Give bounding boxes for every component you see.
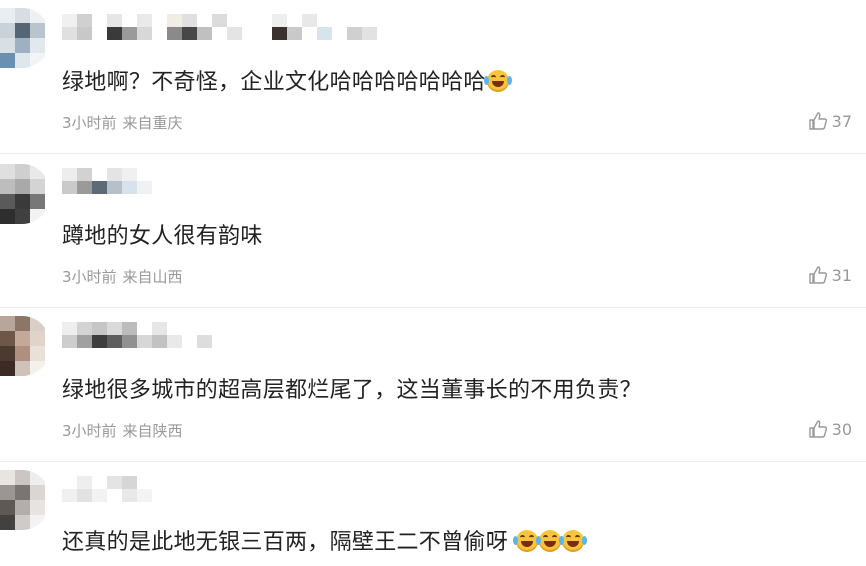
comment-text: 还真的是此地无银三百两，隔壁王二不曾偷呀	[62, 524, 588, 556]
comment-location: 来自陕西	[122, 422, 183, 440]
comment-item: 还真的是此地无银三百两，隔壁王二不曾偷呀	[0, 462, 866, 566]
comment-location: 来自重庆	[122, 114, 183, 132]
crying-emoji-icon	[559, 530, 588, 552]
username-blurred[interactable]	[62, 168, 182, 208]
username-blurred[interactable]	[62, 322, 222, 362]
comment-meta: 3小时前 来自重庆	[62, 112, 183, 133]
avatar[interactable]	[0, 316, 50, 376]
thumbs-up-icon	[808, 420, 827, 438]
comment-text-content: 还真的是此地无银三百两，隔壁王二不曾偷呀	[62, 530, 509, 555]
laughing-tears-icon	[483, 70, 512, 92]
like-button[interactable]: 30	[808, 419, 852, 439]
like-count: 30	[831, 419, 852, 439]
comment-text: 蹲地的女人很有韵味	[62, 218, 263, 250]
avatar[interactable]	[0, 470, 50, 530]
comment-meta: 3小时前 来自山西	[62, 266, 183, 287]
comment-text-content: 绿地啊？不奇怪，企业文化哈哈哈哈哈哈哈	[62, 70, 486, 95]
comment-text: 绿地很多城市的超高层都烂尾了，这当董事长的不用负责？	[62, 372, 642, 404]
username-blurred[interactable]	[62, 476, 162, 516]
like-button[interactable]: 37	[808, 111, 852, 131]
comment-item: 蹲地的女人很有韵味 3小时前 来自山西 31	[0, 154, 866, 307]
comment-text-content: 蹲地的女人很有韵味	[62, 224, 263, 249]
comment-item: 绿地很多城市的超高层都烂尾了，这当董事长的不用负责？ 3小时前 来自陕西 30	[0, 308, 866, 461]
comment-text: 绿地啊？不奇怪，企业文化哈哈哈哈哈哈哈	[62, 64, 512, 96]
comment-time: 3小时前	[62, 422, 117, 440]
username-blurred[interactable]	[62, 14, 382, 54]
comment-text-content: 绿地很多城市的超高层都烂尾了，这当董事长的不用负责？	[62, 378, 642, 403]
like-count: 31	[831, 265, 852, 285]
thumbs-up-icon	[808, 266, 827, 284]
crying-emoji-icon	[513, 530, 542, 552]
avatar[interactable]	[0, 8, 50, 68]
comment-item: 绿地啊？不奇怪，企业文化哈哈哈哈哈哈哈 3小时前 来自重庆 37	[0, 0, 866, 153]
crying-emoji-icon	[536, 530, 565, 552]
avatar[interactable]	[0, 164, 50, 224]
comment-location: 来自山西	[122, 268, 183, 286]
like-count: 37	[831, 111, 852, 131]
comment-time: 3小时前	[62, 268, 117, 286]
thumbs-up-icon	[808, 112, 827, 130]
comment-time: 3小时前	[62, 114, 117, 132]
like-button[interactable]: 31	[808, 265, 852, 285]
comment-meta: 3小时前 来自陕西	[62, 420, 183, 441]
